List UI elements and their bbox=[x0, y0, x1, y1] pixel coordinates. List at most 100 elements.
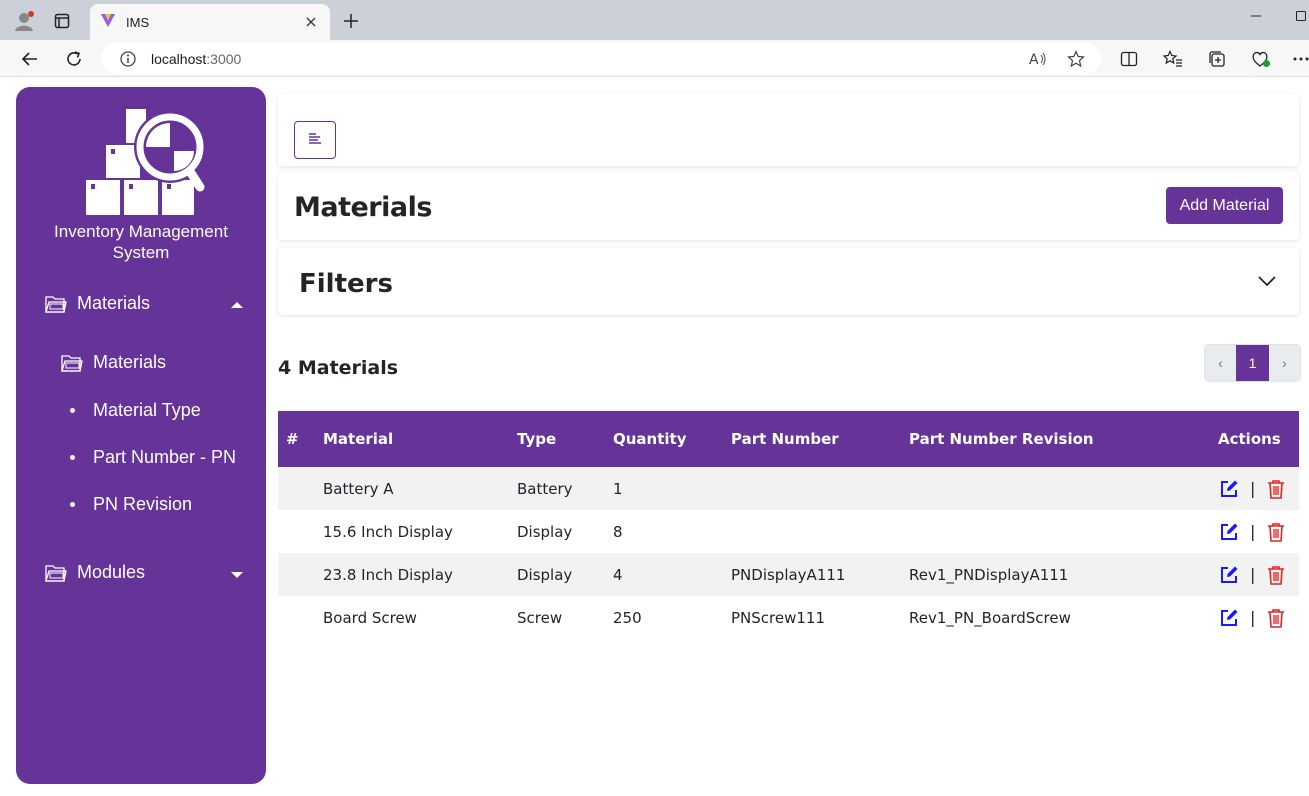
cell-pn-revision: Rev1_PNDisplayA111 bbox=[909, 565, 1069, 584]
filters-card[interactable]: Filters bbox=[278, 248, 1299, 315]
cell-material: 23.8 Inch Display bbox=[323, 565, 453, 584]
folder-icon bbox=[45, 294, 67, 314]
sidebar-section-label: Materials bbox=[77, 293, 151, 313]
browser-essentials-icon[interactable] bbox=[1250, 48, 1272, 70]
cell-material: Board Screw bbox=[323, 608, 417, 627]
inventory-logo-icon bbox=[86, 105, 206, 220]
cell-quantity: 4 bbox=[613, 565, 623, 584]
app-name-line2: System bbox=[112, 243, 170, 262]
favorite-star-icon[interactable] bbox=[1066, 49, 1086, 69]
cell-type: Display bbox=[517, 565, 573, 584]
cell-type: Display bbox=[517, 522, 573, 541]
action-separator: | bbox=[1250, 479, 1256, 498]
maximize-icon[interactable] bbox=[1289, 6, 1309, 26]
close-tab-icon[interactable] bbox=[302, 13, 320, 31]
folder-icon bbox=[61, 353, 83, 373]
trash-icon[interactable] bbox=[1265, 607, 1287, 629]
tab-actions-icon[interactable] bbox=[50, 9, 74, 33]
pagination-page-1[interactable]: 1 bbox=[1236, 345, 1269, 381]
cell-actions: | bbox=[1218, 510, 1299, 553]
menu-lines-icon bbox=[308, 131, 322, 149]
menu-toggle-button[interactable] bbox=[294, 121, 336, 159]
favorites-icon[interactable] bbox=[1162, 48, 1184, 70]
column-header-quantity: Quantity bbox=[613, 430, 687, 448]
url-field[interactable]: localhost:3000 A bbox=[101, 43, 1101, 74]
column-header-part-number: Part Number bbox=[731, 430, 839, 448]
cell-type: Battery bbox=[517, 479, 573, 498]
sidebar-item-label: Material Type bbox=[93, 400, 201, 420]
refresh-icon[interactable] bbox=[61, 46, 87, 72]
trash-icon[interactable] bbox=[1265, 478, 1287, 500]
table-row: 23.8 Inch Display Display 4 PNDisplayA11… bbox=[278, 553, 1299, 596]
more-options-icon[interactable] bbox=[1290, 48, 1309, 70]
materials-table: # Material Type Quantity Part Number Par… bbox=[278, 411, 1299, 639]
new-tab-icon[interactable] bbox=[340, 10, 362, 32]
cell-part-number: PNScrew111 bbox=[731, 608, 825, 627]
bullet-icon bbox=[70, 455, 75, 460]
cell-pn-revision: Rev1_PN_BoardScrew bbox=[909, 608, 1071, 627]
cell-material: Battery A bbox=[323, 479, 394, 498]
info-icon[interactable] bbox=[119, 50, 137, 68]
bullet-icon bbox=[70, 502, 75, 507]
edit-icon[interactable] bbox=[1218, 521, 1240, 543]
pagination-next[interactable]: › bbox=[1269, 345, 1300, 381]
action-separator: | bbox=[1250, 608, 1256, 627]
split-screen-icon[interactable] bbox=[1118, 48, 1140, 70]
minimize-icon[interactable] bbox=[1244, 6, 1268, 26]
edit-icon[interactable] bbox=[1218, 564, 1240, 586]
action-separator: | bbox=[1250, 565, 1256, 584]
address-bar: localhost:3000 A bbox=[0, 40, 1309, 77]
folder-icon bbox=[45, 563, 67, 583]
cell-number bbox=[278, 510, 323, 553]
edit-icon[interactable] bbox=[1218, 478, 1240, 500]
cell-quantity: 250 bbox=[613, 608, 642, 627]
collections-icon[interactable] bbox=[1206, 48, 1228, 70]
sidebar-section-materials[interactable]: Materials bbox=[45, 293, 245, 314]
materials-count: 4 Materials bbox=[278, 357, 399, 379]
cell-quantity: 8 bbox=[613, 522, 623, 541]
browser-tab[interactable]: IMS bbox=[90, 4, 330, 40]
pagination: ‹ 1 › bbox=[1204, 344, 1301, 382]
pagination-prev[interactable]: ‹ bbox=[1205, 345, 1236, 381]
top-toolbar-card bbox=[278, 94, 1299, 166]
browser-tab-bar: IMS bbox=[0, 0, 1309, 40]
back-icon[interactable] bbox=[17, 46, 43, 72]
tab-title: IMS bbox=[126, 14, 150, 30]
chevron-down-icon[interactable] bbox=[1257, 274, 1277, 288]
column-header-type: Type bbox=[517, 430, 557, 448]
cell-number bbox=[278, 467, 323, 510]
svg-text:A: A bbox=[1029, 52, 1039, 67]
page-header-card: Materials Add Material bbox=[278, 172, 1299, 240]
cell-material: 15.6 Inch Display bbox=[323, 522, 453, 541]
column-header-pn-revision: Part Number Revision bbox=[909, 430, 1094, 448]
url-text: localhost:3000 bbox=[151, 51, 241, 67]
profile-icon[interactable] bbox=[12, 9, 36, 33]
add-material-button[interactable]: Add Material bbox=[1166, 187, 1283, 224]
app-name: Inventory Management System bbox=[16, 221, 266, 263]
column-header-number: # bbox=[286, 430, 299, 448]
column-header-actions: Actions bbox=[1218, 430, 1281, 448]
caret-down-icon[interactable] bbox=[231, 572, 243, 578]
vite-icon bbox=[100, 12, 116, 33]
sidebar-item-material-type[interactable]: Material Type bbox=[68, 400, 201, 421]
cell-part-number bbox=[731, 467, 909, 510]
action-separator: | bbox=[1250, 522, 1256, 541]
sidebar-item-materials[interactable]: Materials bbox=[61, 352, 166, 373]
sidebar: Inventory Management System Materials Ma… bbox=[16, 87, 266, 784]
app-name-line1: Inventory Management bbox=[54, 222, 228, 241]
cell-actions: | bbox=[1218, 596, 1299, 639]
table-row: 15.6 Inch Display Display 8 | bbox=[278, 510, 1299, 553]
trash-icon[interactable] bbox=[1265, 564, 1287, 586]
url-port: :3000 bbox=[206, 51, 242, 67]
trash-icon[interactable] bbox=[1265, 521, 1287, 543]
caret-up-icon[interactable] bbox=[231, 302, 243, 308]
sidebar-item-part-number[interactable]: Part Number - PN bbox=[68, 447, 236, 468]
sidebar-item-label: PN Revision bbox=[93, 494, 193, 514]
filters-title: Filters bbox=[299, 269, 393, 299]
column-header-material: Material bbox=[323, 430, 394, 448]
cell-quantity: 1 bbox=[613, 479, 623, 498]
edit-icon[interactable] bbox=[1218, 607, 1240, 629]
read-aloud-icon[interactable]: A bbox=[1028, 49, 1048, 69]
sidebar-item-pn-revision[interactable]: PN Revision bbox=[68, 494, 192, 515]
sidebar-section-modules[interactable]: Modules bbox=[45, 562, 245, 583]
